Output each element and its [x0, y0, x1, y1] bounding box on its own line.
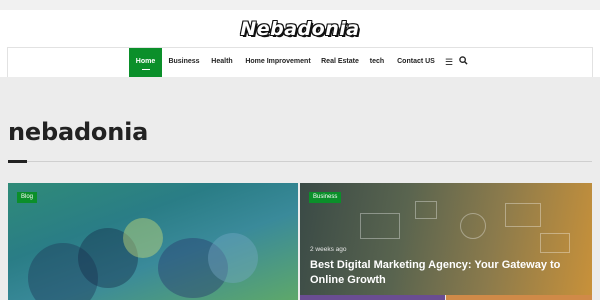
- nav-item-home[interactable]: Home: [129, 48, 162, 77]
- page-title: nebadonia: [8, 118, 149, 146]
- nav-item-home-improvement[interactable]: Home Improvement: [243, 48, 313, 77]
- nav-item-real-estate[interactable]: Real Estate: [319, 48, 361, 77]
- category-badge[interactable]: Blog: [17, 192, 38, 203]
- nav-item-tech[interactable]: tech: [367, 48, 387, 77]
- menu-icon[interactable]: ☰: [445, 56, 453, 68]
- site-header: Nebadonia: [0, 10, 600, 47]
- post-card-business[interactable]: Business 2 weeks ago Best Digital Market…: [300, 183, 592, 295]
- main-navigation: Home Business Health Home Improvement Re…: [0, 47, 600, 77]
- nav-bar: Home Business Health Home Improvement Re…: [7, 47, 593, 77]
- title-divider: [8, 161, 592, 162]
- post-card-blog[interactable]: Blog: [8, 183, 298, 300]
- post-title[interactable]: Best Digital Marketing Agency: Your Gate…: [310, 258, 580, 288]
- nav-item-business[interactable]: Business: [166, 48, 202, 77]
- category-badge[interactable]: Business: [309, 192, 342, 203]
- next-post-card[interactable]: [300, 295, 445, 300]
- nav-item-health[interactable]: Health: [207, 48, 237, 77]
- search-icon[interactable]: [459, 56, 468, 68]
- title-divider-accent: [8, 160, 27, 163]
- top-bar: [0, 0, 600, 10]
- next-post-card[interactable]: [446, 295, 592, 300]
- nav-item-contact-us[interactable]: Contact US: [394, 48, 438, 77]
- post-date: 2 weeks ago: [310, 246, 347, 253]
- site-logo[interactable]: Nebadonia: [0, 18, 600, 40]
